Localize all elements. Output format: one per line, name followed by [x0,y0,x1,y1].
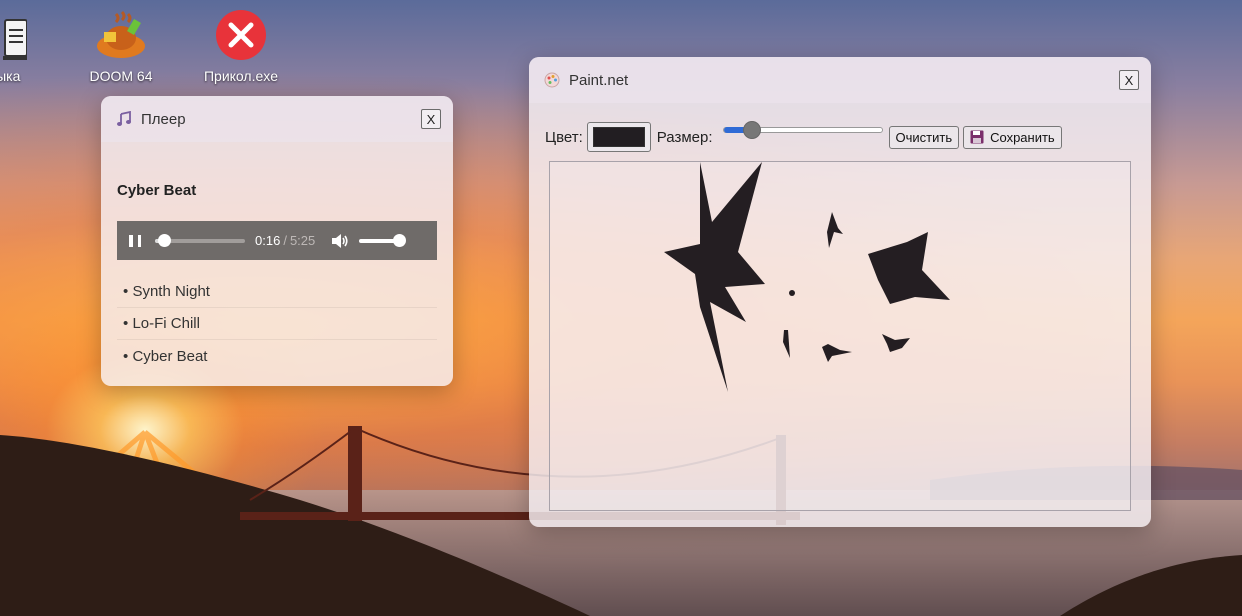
playlist-item[interactable]: • Lo-Fi Chill [117,308,437,340]
doom-icon [94,8,148,62]
size-label: Размер: [656,128,713,146]
error-x-icon [214,8,268,62]
total-time: 5:25 [289,233,316,248]
brush-stroke [664,162,765,392]
brush-stroke [783,330,790,358]
volume-icon[interactable] [331,233,349,249]
brush-stroke [822,344,852,362]
pause-icon[interactable] [129,234,141,247]
color-picker[interactable] [586,122,651,152]
color-label: Цвет: [545,128,583,146]
paint-window: Paint.net X Цвет: Размер: Очистить Сохра… [529,57,1151,527]
save-button[interactable]: Сохранить [963,125,1062,149]
playlist: • Synth Night • Lo-Fi Chill • Cyber Beat [117,276,437,372]
playlist-item-label: Lo-Fi Chill [132,315,200,332]
canvas-drawing [664,162,950,392]
bullet: • [123,315,129,332]
drawing-canvas[interactable] [549,161,1131,511]
music-note-icon [115,110,133,128]
playlist-item[interactable]: • Synth Night [117,276,437,308]
playlist-item-label: Synth Night [132,283,210,300]
playlist-item[interactable]: • Cyber Beat [117,340,437,372]
desktop-icon-label: ызыка [0,68,21,84]
progress-slider[interactable] [155,233,245,247]
paint-titlebar[interactable]: Paint.net X [529,57,1151,103]
music-folder-icon [0,8,29,62]
bullet: • [123,283,129,300]
desktop-icon-prikol[interactable]: Прикол.exe [196,8,286,84]
brush-stroke [827,212,843,248]
playlist-item-label: Cyber Beat [132,347,208,365]
brush-stroke [868,232,950,304]
brush-stroke [789,290,795,296]
now-playing-title: Cyber Beat [117,182,197,199]
brush-size-slider[interactable] [722,121,883,139]
desktop-icon-doom[interactable]: DOOM 64 [76,8,166,84]
paint-close-button[interactable]: X [1119,70,1139,90]
paint-title: Paint.net [569,71,629,89]
clear-button[interactable]: Очистить [888,125,960,149]
desktop-icon-label: Прикол.exe [203,68,279,84]
player-close-button[interactable]: X [421,109,441,129]
floppy-disk-icon [970,130,984,144]
volume-slider[interactable] [359,233,407,247]
paint-toolbar: Цвет: Размер: Очистить Сохранить [545,121,1066,153]
bullet: • [123,347,129,365]
brush-stroke [882,334,910,352]
audio-controls: 0:16 / 5:25 [117,221,437,260]
save-button-label: Сохранить [990,129,1055,145]
player-window: Плеер X Cyber Beat 0:16 / 5:25 • Synth N… [101,96,453,386]
palette-icon [543,71,561,89]
desktop-icon-music[interactable]: ызыка [0,8,45,84]
player-title: Плеер [141,110,186,128]
current-time: 0:16 [255,233,281,248]
time-separator: / [283,233,287,248]
player-titlebar[interactable]: Плеер X [101,96,453,142]
desktop-icon-label: DOOM 64 [89,68,153,84]
